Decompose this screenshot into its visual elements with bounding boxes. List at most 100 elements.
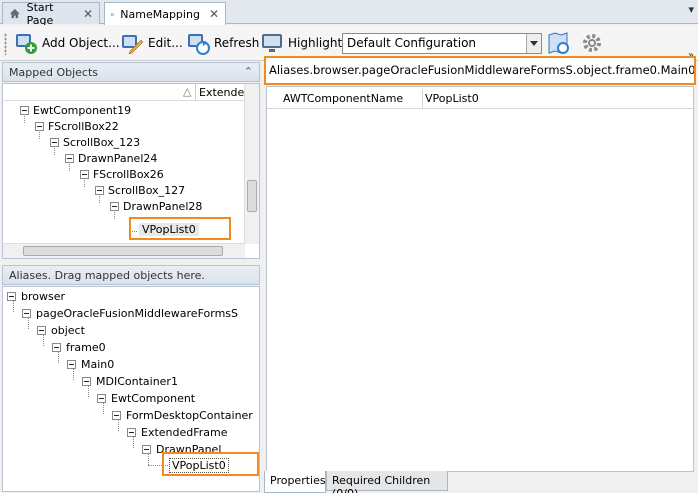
tree-node[interactable]: ScrollBox_127 — [95, 184, 185, 197]
home-icon — [9, 8, 20, 19]
collapse-node-icon[interactable] — [112, 411, 121, 420]
sort-icon[interactable]: △ — [183, 85, 191, 98]
namemapping-editor: Start Page ✕ NameMapping ✕ ▾ Add Object.… — [0, 0, 698, 493]
alias-node-label: Main0 — [81, 358, 115, 371]
tree-node[interactable]: ScrollBox_123 — [50, 136, 140, 149]
tree-node[interactable]: FScrollBox26 — [80, 168, 164, 181]
tab-label: Start Page — [26, 0, 54, 27]
property-value[interactable]: VPopList0 — [425, 92, 479, 105]
refresh-button[interactable]: Refresh — [186, 29, 259, 57]
alias-node-label: pageOracleFusionMiddlewareFormsS — [36, 307, 238, 320]
edit-label: Edit... — [148, 36, 183, 50]
refresh-icon — [188, 34, 210, 55]
tree-node[interactable]: FScrollBox22 — [35, 120, 119, 133]
alias-node[interactable]: frame0 — [52, 341, 106, 354]
tree-node-label: ScrollBox_127 — [108, 184, 186, 197]
properties-grid: AWTComponentName VPopList0 — [266, 86, 695, 472]
alias-node-label: MDIContainer1 — [96, 375, 178, 388]
alias-node-label: frame0 — [66, 341, 106, 354]
scrollbar-thumb[interactable] — [247, 180, 257, 212]
alias-node-label: object — [51, 324, 85, 337]
collapse-node-icon[interactable] — [97, 394, 106, 403]
alias-node-label: FormDesktopContainer — [126, 409, 253, 422]
collapse-node-icon[interactable] — [65, 154, 74, 163]
add-object-button[interactable]: Add Object... — [14, 29, 120, 57]
mapped-objects-header: Mapped Objects ⌃ — [2, 62, 260, 82]
highlight-button[interactable]: Highlight — [260, 29, 342, 57]
edit-button[interactable]: Edit... — [120, 29, 183, 57]
collapse-node-icon[interactable] — [67, 360, 76, 369]
add-object-icon — [16, 34, 37, 54]
collapse-node-icon[interactable] — [80, 170, 89, 179]
collapse-node-icon[interactable] — [82, 377, 91, 386]
tab-label: NameMapping — [120, 7, 200, 21]
alias-node-label: ExtendedFrame — [141, 426, 228, 439]
settings-button[interactable] — [580, 29, 608, 57]
gear-icon — [583, 34, 601, 52]
collapse-node-icon[interactable] — [127, 428, 136, 437]
configurations-button[interactable] — [546, 29, 574, 57]
mapped-objects-title: Mapped Objects — [9, 66, 98, 79]
collapse-node-icon[interactable] — [37, 326, 46, 335]
collapse-icon[interactable]: ⌃ — [244, 65, 253, 78]
alias-node[interactable]: object — [37, 324, 85, 337]
chevron-down-icon[interactable] — [526, 34, 541, 53]
tree-node[interactable]: DrawnPanel28 — [110, 200, 202, 213]
document-tab-bar: Start Page ✕ NameMapping ✕ ▾ — [0, 0, 698, 27]
highlight-box-alias — [162, 452, 259, 476]
collapse-node-icon[interactable] — [7, 292, 16, 301]
tab-start-page[interactable]: Start Page ✕ — [2, 0, 100, 27]
alias-node[interactable]: Main0 — [67, 358, 114, 371]
collapse-node-icon[interactable] — [52, 343, 61, 352]
tree-node[interactable]: EwtComponent19 — [20, 104, 131, 117]
aliases-header: Aliases. Drag mapped objects here. — [2, 265, 260, 285]
configuration-select[interactable]: Default Configuration — [342, 33, 542, 54]
refresh-label: Refresh — [214, 36, 260, 50]
alias-node-label: EwtComponent — [111, 392, 196, 405]
collapse-node-icon[interactable] — [110, 202, 119, 211]
horizontal-scrollbar[interactable] — [3, 243, 245, 258]
tab-properties[interactable]: Properties — [264, 471, 326, 493]
aliases-title: Aliases. Drag mapped objects here. — [9, 269, 205, 282]
alias-node[interactable]: ExtendedFrame — [127, 426, 228, 439]
alias-node[interactable]: MDIContainer1 — [82, 375, 178, 388]
tree-node-label: DrawnPanel28 — [123, 200, 203, 213]
configuration-select-value: Default Configuration — [347, 36, 477, 50]
namemapping-icon — [111, 12, 115, 16]
vertical-scrollbar[interactable] — [244, 84, 259, 244]
highlight-box-mapped — [129, 217, 231, 240]
tree-node-label: EwtComponent19 — [33, 104, 132, 117]
collapse-node-icon[interactable] — [20, 106, 29, 115]
collapse-node-icon[interactable] — [142, 445, 151, 454]
close-icon[interactable]: ✕ — [83, 7, 93, 21]
monitor-icon — [262, 34, 282, 52]
edit-icon — [122, 35, 144, 55]
collapse-node-icon[interactable] — [35, 122, 44, 131]
collapse-node-icon[interactable] — [22, 309, 31, 318]
collapse-node-icon[interactable] — [95, 186, 104, 195]
configurations-icon — [548, 32, 569, 54]
tree-node[interactable]: DrawnPanel24 — [65, 152, 157, 165]
alias-node-label: browser — [21, 290, 66, 303]
add-object-label: Add Object... — [42, 36, 120, 50]
tab-namemapping[interactable]: NameMapping ✕ — [104, 2, 226, 25]
collapse-node-icon[interactable] — [50, 138, 59, 147]
highlight-label: Highlight — [288, 36, 343, 50]
tree-node-label: ScrollBox_123 — [63, 136, 141, 149]
tab-list-dropdown-icon[interactable]: ▾ — [688, 3, 694, 16]
toolbar-grip[interactable] — [4, 33, 7, 55]
property-name: AWTComponentName — [283, 92, 404, 105]
tree-node-label: FScrollBox22 — [48, 120, 119, 133]
scrollbar-thumb[interactable] — [23, 246, 223, 256]
alias-node[interactable]: EwtComponent — [97, 392, 195, 405]
column-extended[interactable]: Extende — [199, 86, 244, 99]
tree-node-label: DrawnPanel24 — [78, 152, 158, 165]
alias-path: Aliases.browser.pageOracleFusionMiddlewa… — [266, 58, 694, 83]
tree-node-label: FScrollBox26 — [93, 168, 164, 181]
alias-node[interactable]: pageOracleFusionMiddlewareFormsS — [22, 307, 238, 320]
alias-node[interactable]: FormDesktopContainer — [112, 409, 253, 422]
close-icon[interactable]: ✕ — [209, 7, 219, 21]
property-row[interactable]: AWTComponentName VPopList0 — [267, 89, 695, 109]
alias-node[interactable]: browser — [7, 290, 65, 303]
tab-required-children[interactable]: Required Children (0/0) — [326, 471, 448, 493]
